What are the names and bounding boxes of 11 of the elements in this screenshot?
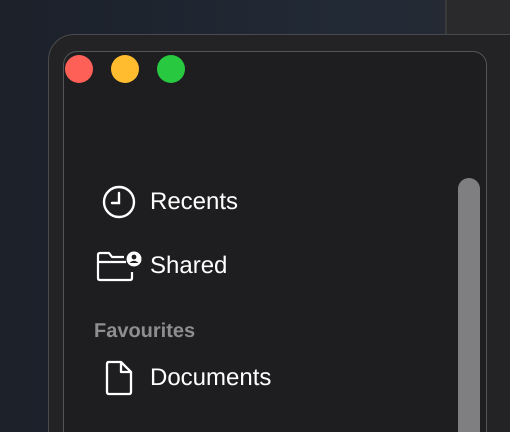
document-icon — [104, 360, 134, 396]
section-header: Favourites — [94, 320, 196, 344]
sidebar-item[interactable]: Shared — [94, 234, 486, 298]
close-button[interactable] — [65, 55, 93, 83]
scrollbar-thumb[interactable] — [458, 178, 480, 432]
minimize-button[interactable] — [111, 55, 139, 83]
sidebar-item[interactable]: Documents — [94, 346, 486, 410]
clock-icon — [102, 185, 136, 219]
zoom-button[interactable] — [157, 55, 185, 83]
sidebar-item[interactable]: Recents — [94, 170, 486, 234]
shared-folder-icon — [96, 250, 142, 282]
